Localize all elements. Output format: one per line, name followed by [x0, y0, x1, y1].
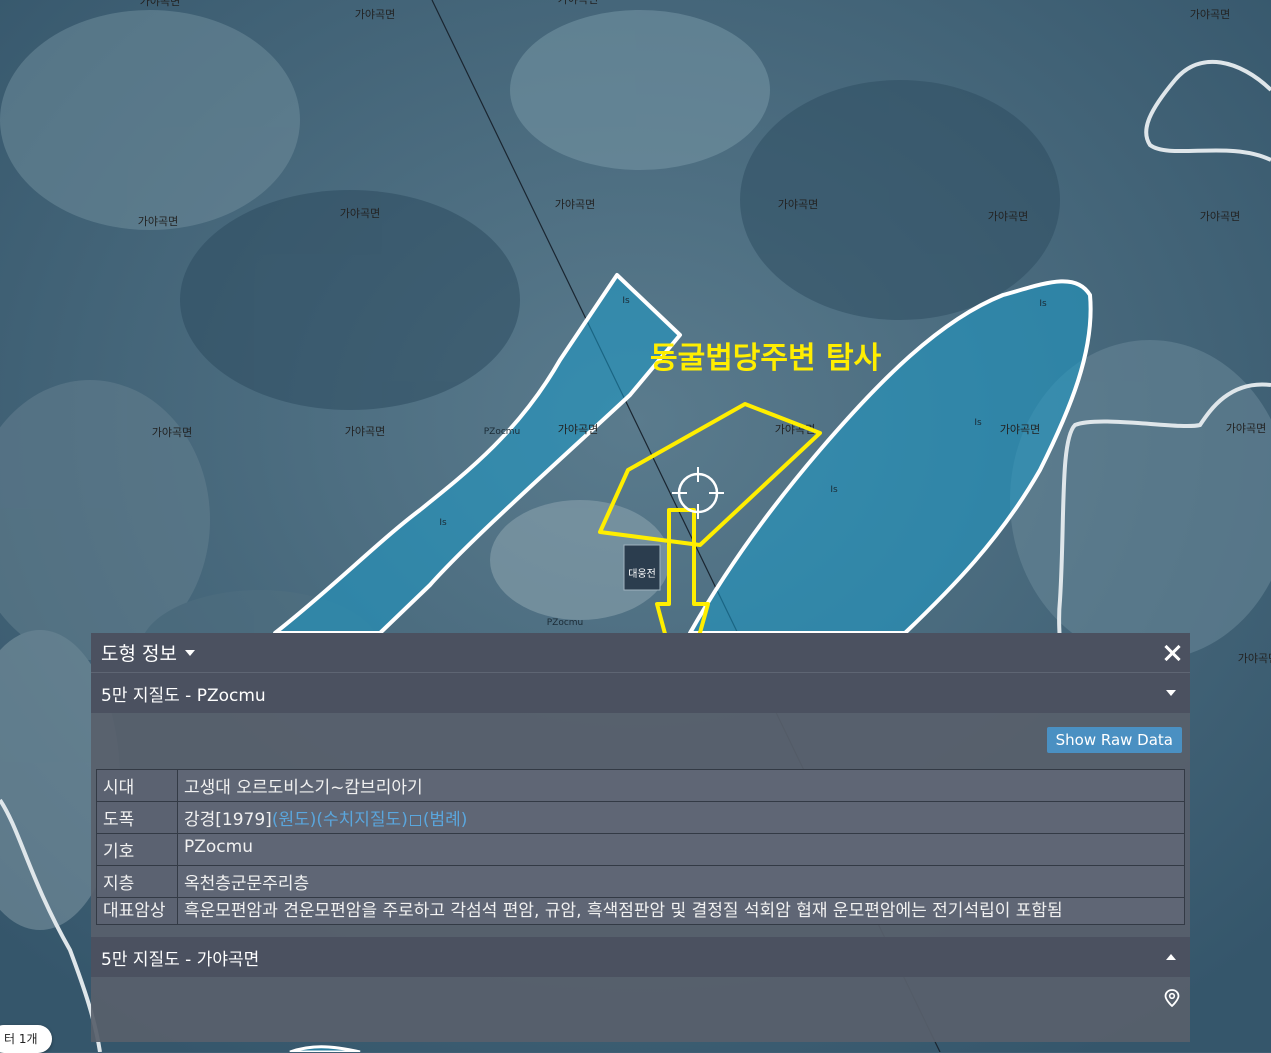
- geo-code-label: Is: [1039, 299, 1047, 309]
- area-label: 가야곡면: [1226, 422, 1266, 435]
- geo-code-label: PZocmu: [484, 427, 521, 437]
- chevron-down-icon[interactable]: [184, 649, 195, 656]
- attr-key: 시대: [96, 769, 178, 802]
- area-label: 가야곡면: [138, 215, 178, 228]
- show-raw-data-button[interactable]: Show Raw Data: [1046, 727, 1182, 753]
- attr-key: 지층: [96, 865, 178, 898]
- building-label: 대웅전: [628, 568, 656, 580]
- area-label: 가야곡면: [345, 425, 385, 438]
- legend-link[interactable]: (범례): [423, 810, 468, 830]
- geo-code-label: Is: [439, 518, 447, 528]
- attr-key: 도폭: [96, 801, 178, 834]
- digital-map-link[interactable]: (수치지질도): [316, 810, 407, 830]
- area-label: 가야곡면: [152, 426, 192, 439]
- panel-header: 도형 정보: [91, 633, 1190, 673]
- area-label: 가야곡면: [1238, 652, 1271, 665]
- area-label: 가야곡면: [1190, 8, 1230, 21]
- shape-info-panel: 도형 정보 5만 지질도 - PZocmu Show Raw Data 시대 고…: [91, 633, 1190, 1042]
- table-row: 시대 고생대 오르도비스기~캄브리아기: [96, 769, 1185, 802]
- section-body-gayagokmyeon: [91, 977, 1190, 1021]
- geo-code-label: Is: [974, 418, 982, 428]
- area-label: 가야곡면: [778, 198, 818, 211]
- chevron-up-icon[interactable]: [1166, 954, 1176, 960]
- geo-code-label: PZocmu: [547, 618, 584, 628]
- attr-value: 고생대 오르도비스기~캄브리아기: [177, 769, 1185, 802]
- attr-value: PZocmu: [177, 833, 1185, 866]
- section-header-pzocmu[interactable]: 5만 지질도 - PZocmu: [91, 673, 1190, 713]
- area-label: 가야곡면: [988, 210, 1028, 223]
- section-header-gayagokmyeon[interactable]: 5만 지질도 - 가야곡면: [91, 937, 1190, 977]
- counter-label: 터 1개: [4, 1032, 38, 1046]
- result-counter[interactable]: 터 1개: [0, 1025, 52, 1053]
- table-row: 지층 옥천층군문주리층: [96, 865, 1185, 898]
- attr-value: 강경[1979](원도)(수치지질도) (범례): [177, 801, 1185, 834]
- attr-value: 옥천층군문주리층: [177, 865, 1185, 898]
- location-pin-icon[interactable]: [1164, 989, 1180, 1007]
- attr-key: 기호: [96, 833, 178, 866]
- external-link-icon[interactable]: [409, 814, 421, 826]
- chevron-down-icon[interactable]: [1166, 690, 1176, 696]
- attr-value: 흑운모편암과 견운모편암을 주로하고 각섬석 편암, 규암, 흑색점판암 및 결…: [177, 897, 1185, 925]
- panel-title[interactable]: 도형 정보: [101, 639, 177, 666]
- attr-key: 대표암상: [96, 897, 178, 925]
- geo-code-label: Is: [830, 485, 838, 495]
- close-button[interactable]: [1164, 645, 1180, 661]
- area-label: 가야곡면: [140, 0, 180, 8]
- sheet-name: 강경[1979]: [184, 810, 272, 830]
- area-label: 가야곡면: [355, 8, 395, 21]
- table-row: 기호 PZocmu: [96, 833, 1185, 866]
- area-label: 가야곡면: [558, 423, 598, 436]
- attribute-table: 시대 고생대 오르도비스기~캄브리아기 도폭 강경[1979](원도)(수치지질…: [96, 769, 1185, 925]
- original-map-link[interactable]: (원도): [272, 810, 317, 830]
- area-label: 가야곡면: [558, 0, 598, 6]
- section-title: 5만 지질도 - PZocmu: [101, 685, 266, 706]
- area-label: 가야곡면: [1200, 210, 1240, 223]
- table-row: 도폭 강경[1979](원도)(수치지질도) (범례): [96, 801, 1185, 834]
- area-label: 가야곡면: [1000, 423, 1040, 436]
- geo-code-label: Is: [622, 296, 630, 306]
- annotation-text: 동굴법당주변 탐사: [650, 341, 882, 376]
- area-label: 가야곡면: [555, 198, 595, 211]
- section-title: 5만 지질도 - 가야곡면: [101, 949, 260, 970]
- section-body-pzocmu: Show Raw Data 시대 고생대 오르도비스기~캄브리아기 도폭 강경[…: [91, 713, 1190, 933]
- area-label: 가야곡면: [340, 207, 380, 220]
- table-row: 대표암상 흑운모편암과 견운모편암을 주로하고 각섬석 편암, 규암, 흑색점판…: [96, 897, 1185, 925]
- temple-building: [623, 544, 661, 591]
